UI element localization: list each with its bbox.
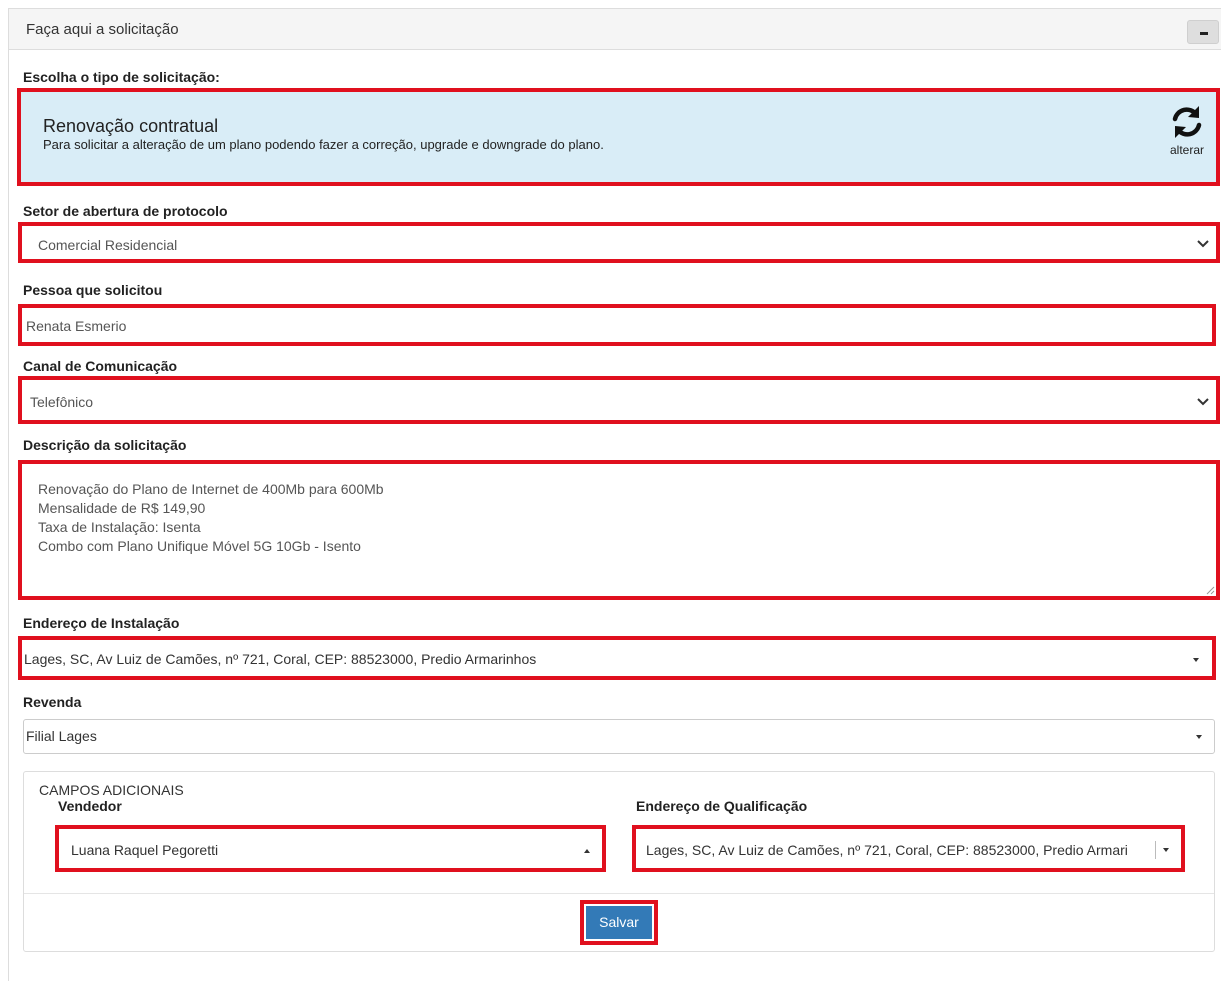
qualification-address-value: Lages, SC, Av Luiz de Camões, nº 721, Co… xyxy=(646,842,1128,858)
description-text: Renovação do Plano de Internet de 400Mb … xyxy=(38,480,384,556)
request-type-title: Renovação contratual xyxy=(43,116,219,136)
chevron-down-icon xyxy=(1197,398,1209,406)
chevron-down-icon xyxy=(1197,240,1209,248)
requester-value: Renata Esmerio xyxy=(26,318,127,334)
request-type-label: Escolha o tipo de solicitação: xyxy=(23,69,220,85)
panel-title: Faça aqui a solicitação xyxy=(26,21,179,38)
select-separator xyxy=(1155,841,1156,859)
change-type-button[interactable]: alterar xyxy=(1157,104,1217,157)
panel-heading: Faça aqui a solicitação xyxy=(9,9,1221,50)
reseller-label: Revenda xyxy=(23,694,82,710)
panel-footer-divider xyxy=(24,893,1214,894)
minus-icon xyxy=(1200,32,1208,35)
sector-label: Setor de abertura de protocolo xyxy=(23,203,228,219)
reseller-value: Filial Lages xyxy=(26,728,97,744)
caret-down-icon xyxy=(1163,848,1169,852)
qualification-address-select[interactable]: Lages, SC, Av Luiz de Camões, nº 721, Co… xyxy=(632,825,1185,872)
caret-down-icon xyxy=(1193,658,1199,662)
install-address-value: Lages, SC, Av Luiz de Camões, nº 721, Co… xyxy=(24,651,537,667)
change-type-label: alterar xyxy=(1169,143,1204,157)
caret-up-icon xyxy=(584,849,590,853)
resize-handle-icon[interactable] xyxy=(1205,585,1215,595)
sector-select[interactable]: Comercial Residencial xyxy=(18,222,1220,263)
collapse-button[interactable] xyxy=(1187,20,1219,44)
save-button[interactable]: Salvar xyxy=(586,906,652,939)
description-line: Taxa de Instalação: Isenta xyxy=(38,519,201,535)
requester-input[interactable]: Renata Esmerio xyxy=(18,304,1216,346)
additional-fields-title: CAMPOS ADICIONAIS xyxy=(39,782,184,798)
reseller-select[interactable]: Filial Lages xyxy=(23,719,1215,754)
channel-label: Canal de Comunicação xyxy=(23,358,178,374)
install-address-select[interactable]: Lages, SC, Av Luiz de Camões, nº 721, Co… xyxy=(18,636,1216,680)
request-type-description: Para solicitar a alteração de um plano p… xyxy=(43,137,604,152)
sector-value: Comercial Residencial xyxy=(38,237,178,253)
seller-value: Luana Raquel Pegoretti xyxy=(71,842,219,858)
requester-label: Pessoa que solicitou xyxy=(23,282,163,298)
description-line: Mensalidade de R$ 149,90 xyxy=(38,500,206,516)
channel-select[interactable]: Telefônico xyxy=(18,376,1220,424)
channel-value: Telefônico xyxy=(30,394,94,410)
description-line: Combo com Plano Unifique Móvel 5G 10Gb -… xyxy=(38,538,361,554)
install-address-label: Endereço de Instalação xyxy=(23,615,180,631)
refresh-icon xyxy=(1172,106,1202,138)
description-label: Descrição da solicitação xyxy=(23,437,187,453)
qualification-address-label: Endereço de Qualificação xyxy=(636,798,808,814)
seller-label: Vendedor xyxy=(58,798,122,814)
description-line: Renovação do Plano de Internet de 400Mb … xyxy=(38,481,384,497)
request-type-card: Renovação contratual Para solicitar a al… xyxy=(17,88,1220,186)
caret-down-icon xyxy=(1196,735,1202,739)
description-textarea[interactable]: Renovação do Plano de Internet de 400Mb … xyxy=(18,460,1220,600)
save-button-wrapper: Salvar xyxy=(580,900,658,945)
seller-select[interactable]: Luana Raquel Pegoretti xyxy=(55,825,606,872)
